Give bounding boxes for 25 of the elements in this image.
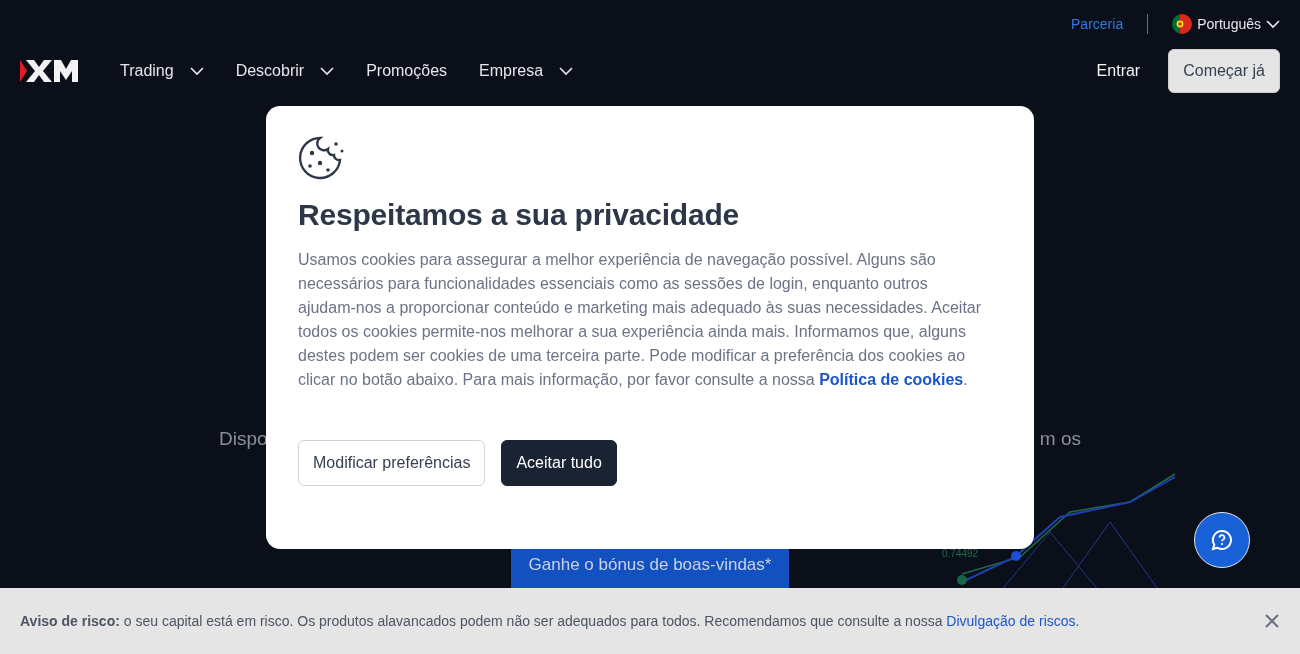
logo[interactable] xyxy=(20,58,80,84)
start-button[interactable]: Começar já xyxy=(1168,49,1280,93)
nav-menu-item[interactable]: Promoções xyxy=(366,62,448,80)
nav-menu-item[interactable]: Trading xyxy=(120,62,204,80)
modify-preferences-button[interactable]: Modificar preferências xyxy=(298,440,486,486)
risk-warning-text: Aviso de risco: o seu capital está em risco. Os produtos alavancados podem não ser adequados para todos. Recomendamos que consulte a nossa Divulgação de riscos. xyxy=(20,613,1081,629)
nav-menu-item[interactable]: Descobrir xyxy=(235,62,335,80)
chart-value-label: 0.74492 xyxy=(942,548,979,559)
flag-icon xyxy=(1172,14,1193,34)
cookie-icon xyxy=(298,136,346,180)
help-chat-button[interactable] xyxy=(1194,512,1250,568)
cookie-description: Usamos cookies para assegurar a melhor experiência de navegação possível. Alguns são necessários para funcionalidades essenciais como as sessões de login, enquanto outros ajudam-nos a proporcionar conteúdo e marketing mais adequado às suas necessidades. Aceitar todos os cookies permite-nos melhorar a sua experiência ainda mais. Informamos que, alguns destes podem ser cookies de uma terceira parte. Pode modificar a preferência dos cookies ao clicar no botão abaixo. Para mais informação, por favor consulte a nossa Política de cookies. xyxy=(298,250,983,390)
language-selector[interactable]: Português xyxy=(1172,14,1280,34)
cookie-policy-link[interactable]: Política de cookies xyxy=(819,371,964,388)
nav-menu-item[interactable]: Empresa xyxy=(479,62,574,80)
hero-text: Dispo xyxy=(219,428,268,450)
partner-link[interactable]: Parceria xyxy=(1071,16,1124,32)
chat-question-icon xyxy=(1210,528,1234,552)
login-link[interactable]: Entrar xyxy=(1096,62,1141,80)
chevron-down-icon xyxy=(1266,19,1280,29)
accept-all-button[interactable]: Aceitar tudo xyxy=(501,440,617,486)
risk-disclosure-link[interactable]: Divulgação de riscos xyxy=(946,613,1076,629)
hero-text: m os xyxy=(1039,428,1081,450)
dialog-title: Respeitamos a sua privacidade xyxy=(298,198,741,232)
close-icon[interactable] xyxy=(1264,613,1280,629)
